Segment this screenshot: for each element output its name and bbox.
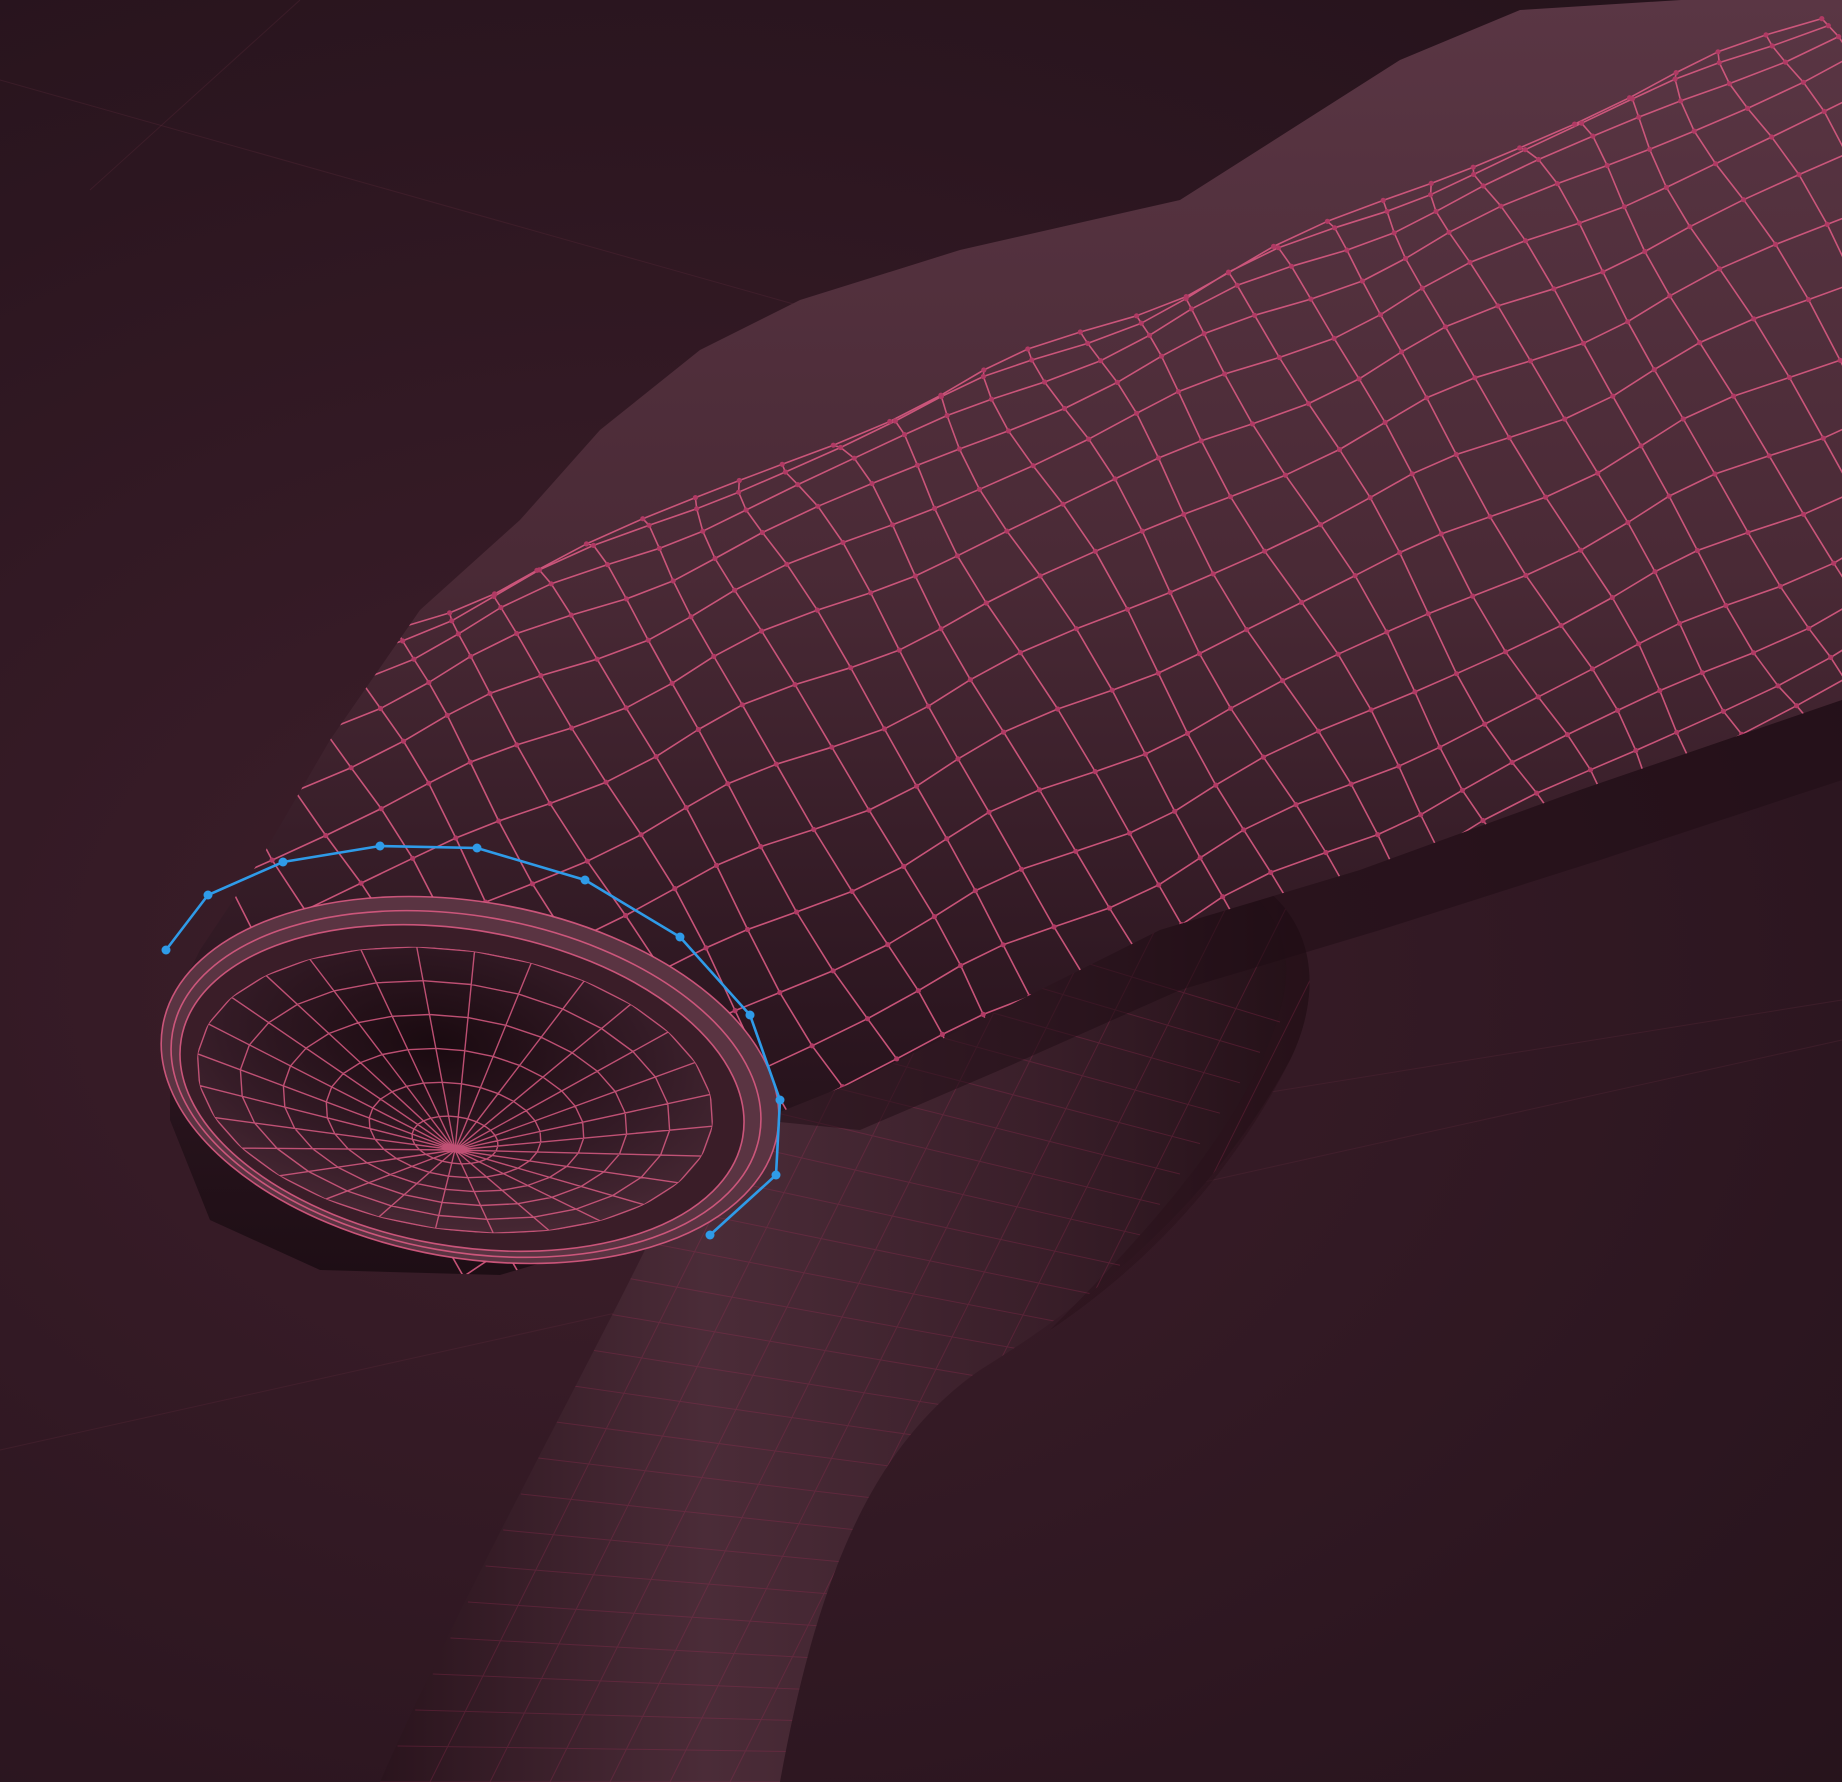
selected-vertex[interactable] xyxy=(775,1095,785,1105)
selected-vertex[interactable] xyxy=(203,890,213,900)
viewport-canvas[interactable] xyxy=(0,0,1842,1782)
3d-viewport[interactable] xyxy=(0,0,1842,1782)
selected-vertex[interactable] xyxy=(161,945,171,955)
selected-vertex[interactable] xyxy=(375,841,385,851)
selected-vertex[interactable] xyxy=(278,857,288,867)
selected-vertex[interactable] xyxy=(580,875,590,885)
selected-vertex[interactable] xyxy=(705,1230,715,1240)
selected-vertex[interactable] xyxy=(745,1010,755,1020)
grid-line xyxy=(89,0,301,191)
selected-vertex[interactable] xyxy=(675,932,685,942)
selected-vertex[interactable] xyxy=(771,1170,781,1180)
selected-vertex[interactable] xyxy=(472,843,482,853)
